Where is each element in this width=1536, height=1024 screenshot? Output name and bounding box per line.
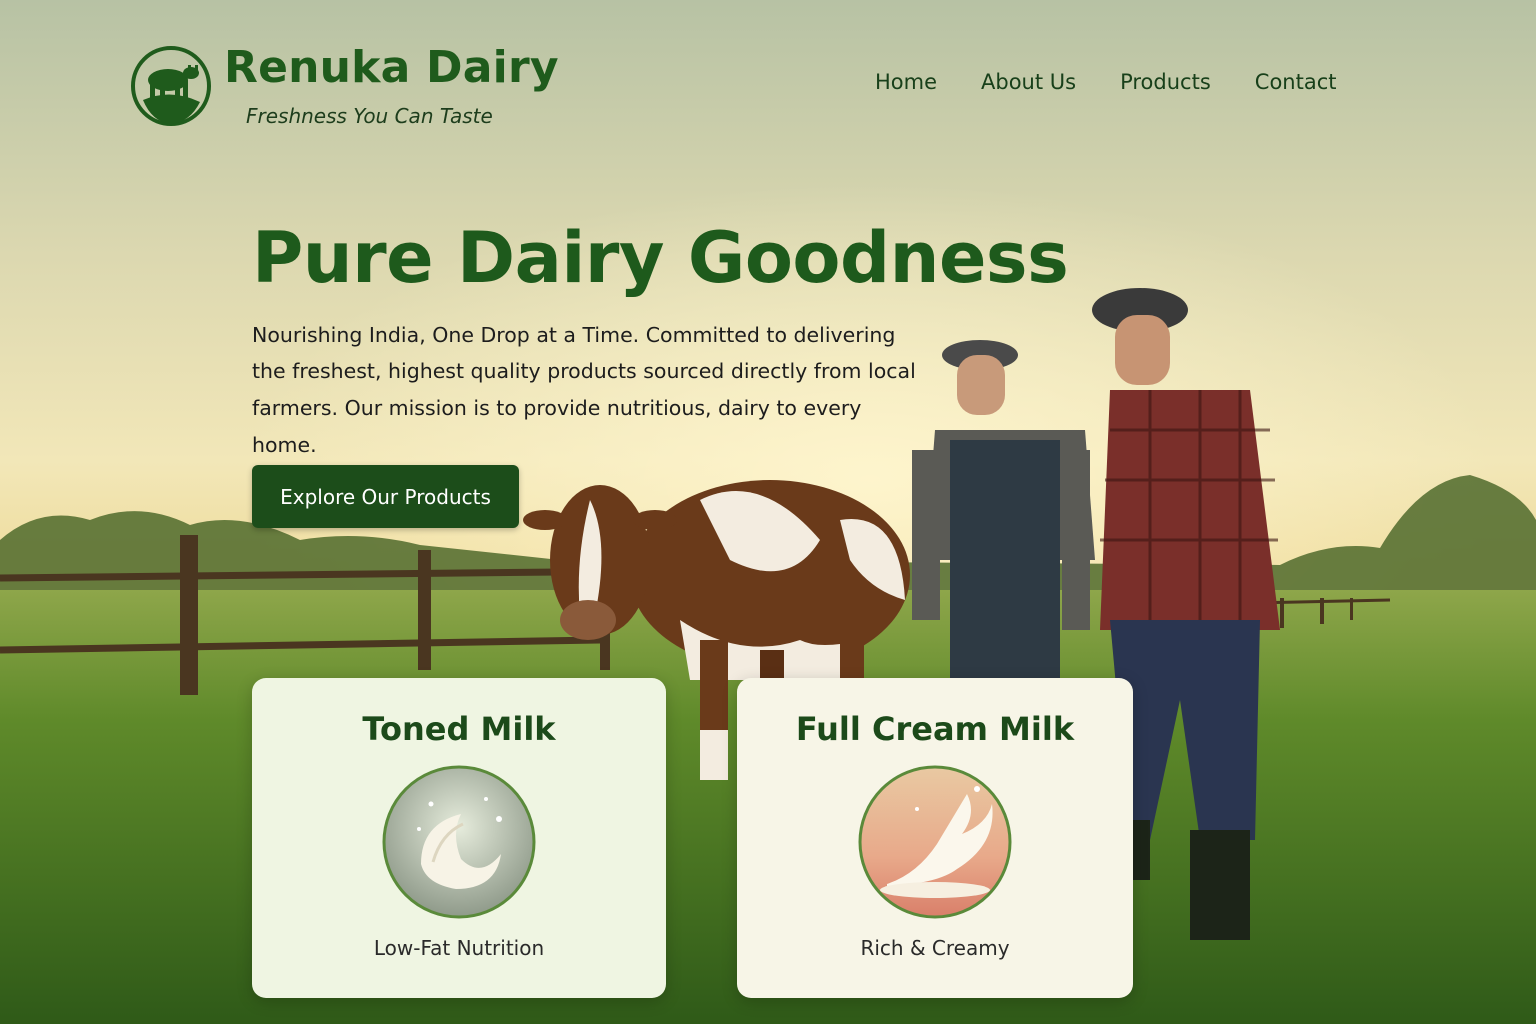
- brand-logo[interactable]: Renuka Dairy Freshness You Can Taste: [130, 40, 559, 132]
- product-card-full-cream-milk[interactable]: Full Cream Milk Rich & Creamy: [737, 678, 1133, 998]
- hero-title: Pure Dairy Goodness: [252, 217, 1069, 299]
- nav-about-us[interactable]: About Us: [981, 70, 1076, 94]
- product-card-toned-milk[interactable]: Toned Milk Low-Fat Nutrition: [252, 678, 666, 998]
- product-subtitle: Rich & Creamy: [860, 936, 1010, 960]
- cow-icon: [130, 40, 212, 132]
- nav-home[interactable]: Home: [875, 70, 937, 94]
- product-subtitle: Low-Fat Nutrition: [373, 936, 545, 960]
- nav-products[interactable]: Products: [1120, 70, 1211, 94]
- main-nav: Home About Us Products Contact: [875, 70, 1336, 94]
- brand-tagline: Freshness You Can Taste: [246, 104, 493, 128]
- explore-products-button[interactable]: Explore Our Products: [252, 465, 519, 528]
- brand-name: Renuka Dairy: [224, 42, 559, 93]
- hero-description: Nourishing India, One Drop at a Time. Co…: [252, 322, 916, 458]
- milk-splash-image: [381, 764, 537, 920]
- cream-splash-image: [857, 764, 1013, 920]
- product-title: Full Cream Milk: [795, 710, 1075, 748]
- nav-contact[interactable]: Contact: [1255, 70, 1337, 94]
- hero-section: Pure Dairy Goodness Nourishing India, On…: [252, 217, 1069, 464]
- product-title: Toned Milk: [362, 710, 556, 748]
